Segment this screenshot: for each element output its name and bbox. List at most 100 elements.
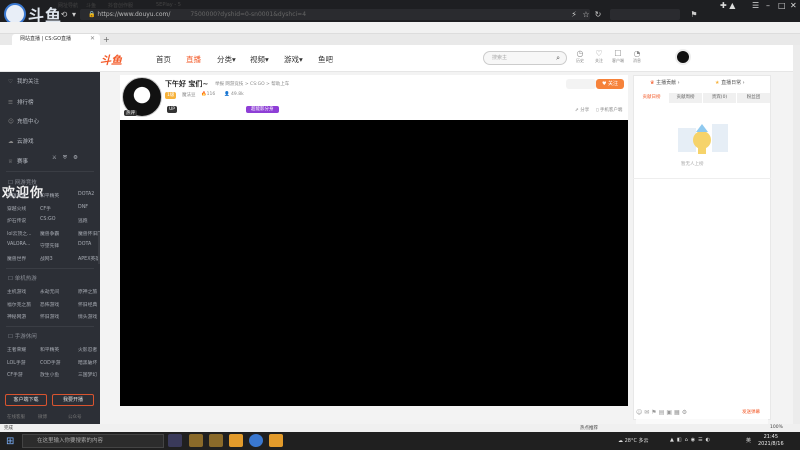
sidebar-category-link[interactable]: 魔兽争霸 bbox=[40, 230, 59, 237]
close-window-icon[interactable]: ✕ bbox=[790, 1, 797, 10]
sidebar-category-link[interactable]: COD手游 bbox=[40, 359, 60, 366]
streamer-name[interactable]: 魔法豆 bbox=[182, 92, 196, 98]
tab-contribution[interactable]: ♛ 主播贡献 › bbox=[650, 79, 680, 86]
mobile-client-button[interactable]: ▯ 手机客户端 bbox=[596, 107, 622, 113]
address-bar[interactable]: 🔒 https://www.douyu.com/7500000?dyshid=0… bbox=[80, 9, 590, 20]
nav-category[interactable]: 分类▾ bbox=[217, 54, 236, 65]
system-tray-icons[interactable]: ▲◧⌂◉☰◐ bbox=[670, 437, 713, 443]
sidebar-category-link[interactable]: 英雄联盟 bbox=[7, 192, 26, 199]
bookmark-item[interactable]: 斗鱼 bbox=[86, 2, 96, 9]
video-player[interactable] bbox=[120, 120, 628, 406]
subtab-week[interactable]: 贡献周榜 bbox=[669, 93, 702, 103]
minimize-icon[interactable]: – bbox=[766, 1, 770, 10]
sidebar-game-icons[interactable]: ⚔⛨⚙ bbox=[52, 155, 84, 162]
sidebar-category-link[interactable]: DOTA bbox=[78, 242, 91, 247]
sidebar-category-link[interactable]: CF手游 bbox=[7, 371, 23, 378]
sidebar-category-link[interactable]: 暗黑破坏 bbox=[78, 359, 97, 366]
taskbar-app-icon[interactable] bbox=[209, 434, 223, 447]
sidebar-category-link[interactable]: APEX英雄 bbox=[78, 255, 100, 262]
send-danmaku-button[interactable]: 发送弹幕 bbox=[742, 409, 760, 415]
new-tab-icon[interactable]: + bbox=[103, 35, 110, 44]
sidebar-category-link[interactable]: 魔兽世界 bbox=[7, 255, 26, 262]
nav-games[interactable]: 游戏▾ bbox=[284, 54, 303, 65]
sidebar-category-link[interactable]: 王者荣耀 bbox=[7, 346, 26, 353]
bookmark-item[interactable]: 抖音创作服 bbox=[108, 2, 133, 9]
sidebar-category-link[interactable]: 火影忍者 bbox=[78, 346, 97, 353]
image-icon[interactable]: ▣ bbox=[666, 409, 674, 416]
sidebar-category-link[interactable]: LOL手游 bbox=[7, 359, 26, 366]
weather-widget[interactable]: ☁ 28°C 多云 bbox=[618, 437, 649, 444]
status-zoom[interactable]: 100% bbox=[770, 425, 783, 430]
download-client-button[interactable]: 客户端下载 bbox=[5, 394, 47, 406]
sidebar-item-cloud[interactable]: ☁ 云游戏 bbox=[8, 137, 34, 145]
extension-icon[interactable]: ⚑ bbox=[688, 9, 700, 20]
user-avatar[interactable] bbox=[675, 49, 691, 65]
account-icon[interactable]: ✚ ▲ bbox=[720, 1, 735, 10]
footer-link[interactable]: 微博 bbox=[38, 414, 47, 420]
sidebar-category-link[interactable]: DNF bbox=[78, 205, 88, 210]
site-search-input[interactable]: 搜索主 ⌕ bbox=[483, 51, 567, 65]
sidebar-item-follow[interactable]: ♡ 我的关注 bbox=[8, 77, 39, 85]
taskbar-browser-icon[interactable] bbox=[249, 434, 263, 447]
taskbar-app-icon[interactable] bbox=[229, 434, 243, 447]
nav-home[interactable]: 首页 bbox=[156, 54, 171, 65]
sidebar-category-link[interactable]: 战网3 bbox=[40, 255, 53, 262]
taskbar-app-icon[interactable] bbox=[168, 434, 182, 447]
start-stream-button[interactable]: 我要开播 bbox=[52, 394, 94, 406]
bookmark-item[interactable]: 5EPlay - 5 bbox=[156, 2, 181, 8]
event-badge[interactable]: 超能影分身 bbox=[246, 106, 279, 113]
tab-close-icon[interactable]: ✕ bbox=[90, 35, 95, 42]
browser-search-box[interactable] bbox=[610, 9, 680, 20]
client-button[interactable]: ☐ 客户端 bbox=[610, 49, 626, 64]
sidebar-category-link[interactable]: 炉石传说 bbox=[7, 217, 26, 224]
sidebar-category-link[interactable]: 神秘网游 bbox=[7, 313, 26, 320]
settings-icon[interactable]: ⚙ bbox=[682, 409, 689, 416]
sidebar-category-link[interactable]: 恐怖游戏 bbox=[40, 301, 59, 308]
sidebar-category-link[interactable]: 放生小鱼 bbox=[40, 371, 59, 378]
message-button[interactable]: ◔ 消息 bbox=[629, 49, 645, 64]
bolt-icon[interactable]: ⚡ bbox=[568, 9, 580, 20]
sidebar-category-link[interactable]: 永劫无间 bbox=[40, 288, 59, 295]
browser-tab[interactable]: 网站直播 | CS:GO直播 bbox=[12, 34, 100, 45]
menu-icon[interactable]: ☰ bbox=[752, 1, 759, 10]
sidebar-category-link[interactable]: DOTA2 bbox=[78, 192, 94, 197]
footer-link[interactable]: 公众号 bbox=[68, 414, 82, 420]
follow-list-button[interactable]: ♡ 关注 bbox=[591, 49, 607, 64]
taskbar-app-icon[interactable] bbox=[269, 434, 283, 447]
sidebar-category-link[interactable]: 情头游戏 bbox=[78, 313, 97, 320]
nav-video[interactable]: 视频▾ bbox=[250, 54, 269, 65]
sidebar-category-link[interactable]: 守望先锋 bbox=[40, 242, 59, 249]
sidebar-category-link[interactable]: CF手 bbox=[40, 205, 51, 212]
share-button[interactable]: ⇗ 分享 bbox=[575, 107, 589, 113]
subtab-vip[interactable]: 贵宾(0) bbox=[703, 93, 736, 103]
sidebar-category-link[interactable]: 原神之旅 bbox=[78, 288, 97, 295]
bookmark-item[interactable]: 网址导航 bbox=[58, 2, 78, 9]
page-scrollbar[interactable] bbox=[793, 45, 800, 424]
sidebar-item-recharge[interactable]: ☺ 充值中心 bbox=[8, 117, 39, 125]
sidebar-item-rank[interactable]: ☰ 排行榜 bbox=[8, 98, 34, 106]
site-logo[interactable]: 斗鱼 bbox=[100, 52, 122, 68]
sidebar-category-link[interactable]: VALORA... bbox=[7, 242, 30, 247]
search-icon[interactable]: ⌕ bbox=[556, 52, 560, 64]
sidebar-category-link[interactable]: CS:GO bbox=[40, 217, 56, 222]
sidebar-category-link[interactable]: 穿越火线 bbox=[7, 205, 26, 212]
sidebar-category-link[interactable]: 怀旧游戏 bbox=[40, 313, 59, 320]
tab-daily[interactable]: ★ 直播日常 › bbox=[715, 79, 745, 86]
grid-icon[interactable]: ▦ bbox=[674, 409, 682, 416]
taskbar-search[interactable]: 在这里输入你要搜索的内容 bbox=[22, 434, 164, 448]
windows-start-icon[interactable]: ⊞ bbox=[6, 436, 14, 447]
nav-live[interactable]: 直播 bbox=[186, 54, 201, 65]
maximize-icon[interactable]: □ bbox=[778, 1, 786, 10]
ime-indicator[interactable]: 英 bbox=[746, 437, 751, 444]
follow-button[interactable]: ♥ 关注 bbox=[596, 79, 624, 89]
history-button[interactable]: ◷ 历史 bbox=[572, 49, 588, 64]
sidebar-category-link[interactable]: 福尔克之旅 bbox=[7, 301, 31, 308]
subtab-day[interactable]: 贡献日榜 bbox=[635, 93, 668, 103]
sidebar-category-link[interactable]: 和平精英 bbox=[40, 346, 59, 353]
status-hot[interactable]: 热点推荐 bbox=[580, 425, 598, 431]
footer-link[interactable]: 在线客服 bbox=[7, 414, 25, 420]
taskbar-app-icon[interactable] bbox=[189, 434, 203, 447]
taskbar-clock[interactable]: 21:45 2021/8/16 bbox=[758, 434, 784, 448]
chat-toolbar[interactable]: ☺✉⚑▤▣▦⚙ bbox=[636, 409, 689, 416]
refresh-icon[interactable]: ↻ bbox=[592, 9, 604, 20]
